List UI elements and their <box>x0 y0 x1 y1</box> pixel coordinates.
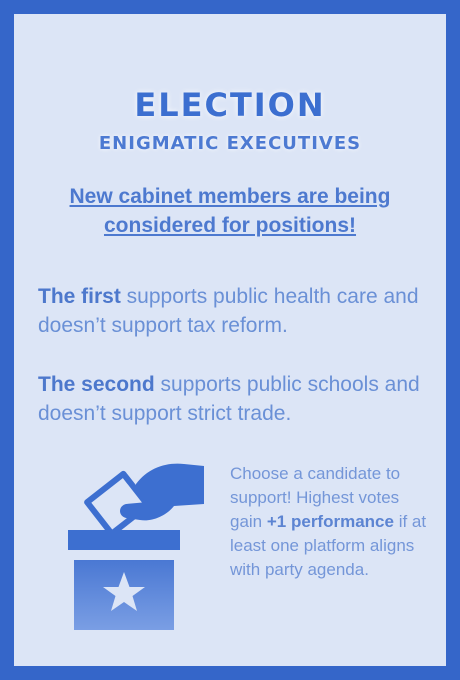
candidate-1-description: The first supports public health care an… <box>38 282 438 340</box>
candidate-1-lead: The first <box>38 285 121 308</box>
instructions-bonus: +1 performance <box>266 512 394 531</box>
ballot-box-voting-icon <box>68 463 204 630</box>
card-title: ELECTION <box>134 86 326 124</box>
candidate-2-lead: The second <box>38 373 155 396</box>
instructions-text: Choose a candidate to support! Highest v… <box>230 462 430 582</box>
event-headline: New cabinet members are being considered… <box>69 185 391 237</box>
election-card: ELECTION ENIGMATIC EXECUTIVES New cabine… <box>14 14 446 666</box>
card-subtitle: ENIGMATIC EXECUTIVES <box>98 133 362 154</box>
candidate-2-description: The second supports public schools and d… <box>38 370 438 428</box>
